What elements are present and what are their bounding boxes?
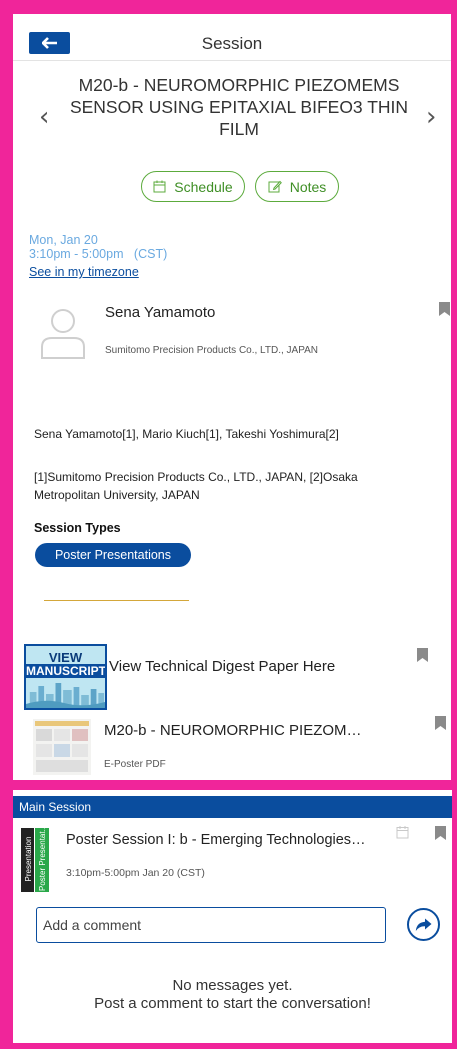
schedule-button[interactable]: Schedule <box>141 171 245 202</box>
previous-session-chevron-icon[interactable]: ‹ <box>39 102 49 132</box>
bookmark-icon[interactable] <box>435 716 446 730</box>
schedule-label: Schedule <box>174 178 233 195</box>
manuscript-thumb-line2: MANUSCRIPT <box>26 664 106 678</box>
authors-list: Sena Yamamoto[1], Mario Kiuch[1], Takesh… <box>34 427 339 441</box>
user-avatar-icon <box>41 309 85 359</box>
session-title-line: FILM <box>219 119 259 139</box>
main-session-label: Main Session <box>19 800 92 814</box>
session-title-line: SENSOR USING EPITAXIAL BIFEO3 THIN <box>69 97 409 117</box>
main-session-title[interactable]: Poster Session I: b - Emerging Technolog… <box>66 832 366 848</box>
session-detail-panel: Session ‹ › M20-b - NEUROMORPHIC PIEZOME… <box>13 14 451 780</box>
poster-thumbnail[interactable] <box>33 719 91 775</box>
main-session-bar: Main Session <box>13 796 452 818</box>
session-title-line: M20-b - NEUROMORPHIC PIEZOMEMS <box>78 75 400 95</box>
main-session-time: 3:10pm-5:00pm Jan 20 (CST) <box>66 867 205 879</box>
edit-icon <box>268 180 282 193</box>
session-types-heading: Session Types <box>34 521 121 535</box>
send-comment-button[interactable] <box>407 908 440 941</box>
poster-type: E-Poster PDF <box>104 759 166 770</box>
presentation-tag: Presentation <box>21 828 34 892</box>
bookmark-icon[interactable] <box>417 648 428 662</box>
session-time: 3:10pm - 5:00pm (CST) <box>29 247 168 261</box>
author-affiliations: [1]Sumitomo Precision Products Co., LTD.… <box>34 470 358 502</box>
main-session-panel: Main Session Presentation Poster Present… <box>13 790 452 1043</box>
empty-state-line2: Post a comment to start the conversation… <box>94 995 371 1012</box>
manuscript-link[interactable]: View Technical Digest Paper Here <box>109 658 335 675</box>
speaker-affiliation: Sumitomo Precision Products Co., LTD., J… <box>105 345 319 356</box>
poster-title[interactable]: M20-b - NEUROMORPHIC PIEZOM… <box>104 722 374 739</box>
frame-bottom <box>0 1043 457 1049</box>
city-skyline-icon <box>26 680 105 708</box>
share-arrow-icon <box>415 918 432 931</box>
frame-divider <box>0 780 457 790</box>
calendar-icon[interactable] <box>396 825 409 839</box>
header-bar: Session <box>13 26 451 60</box>
manuscript-thumb-line1: VIEW <box>48 650 83 665</box>
empty-state-line1: No messages yet. <box>172 977 293 994</box>
next-session-chevron-icon[interactable]: › <box>426 102 436 132</box>
manuscript-thumbnail[interactable]: VIEW MANUSCRIPT <box>24 644 107 710</box>
frame-right-lower <box>452 790 457 1049</box>
session-type-badge[interactable]: Poster Presentations <box>35 543 191 567</box>
section-divider <box>44 600 189 601</box>
presentation-tag-text: Presentation <box>24 836 33 882</box>
bookmark-icon[interactable] <box>435 826 446 840</box>
session-title: M20-b - NEUROMORPHIC PIEZOMEMS SENSOR US… <box>69 74 409 140</box>
speaker-name[interactable]: Sena Yamamoto <box>105 304 215 321</box>
frame-left <box>0 0 13 1049</box>
bookmark-icon[interactable] <box>439 302 450 316</box>
notes-label: Notes <box>289 178 327 195</box>
header-divider <box>13 60 451 61</box>
poster-presentation-tag: Poster Presentat... <box>35 827 49 892</box>
poster-presentation-tag-text: Poster Presentat... <box>38 827 47 891</box>
arrow-left-icon <box>41 37 57 49</box>
page-title: Session <box>201 34 263 53</box>
frame-top <box>0 0 457 14</box>
notes-button[interactable]: Notes <box>255 171 339 202</box>
timezone-link[interactable]: See in my timezone <box>29 265 139 279</box>
calendar-icon <box>153 180 166 193</box>
frame-right <box>451 0 457 790</box>
comment-input[interactable] <box>36 907 386 943</box>
back-button[interactable] <box>29 32 70 54</box>
session-date: Mon, Jan 20 <box>29 233 98 247</box>
